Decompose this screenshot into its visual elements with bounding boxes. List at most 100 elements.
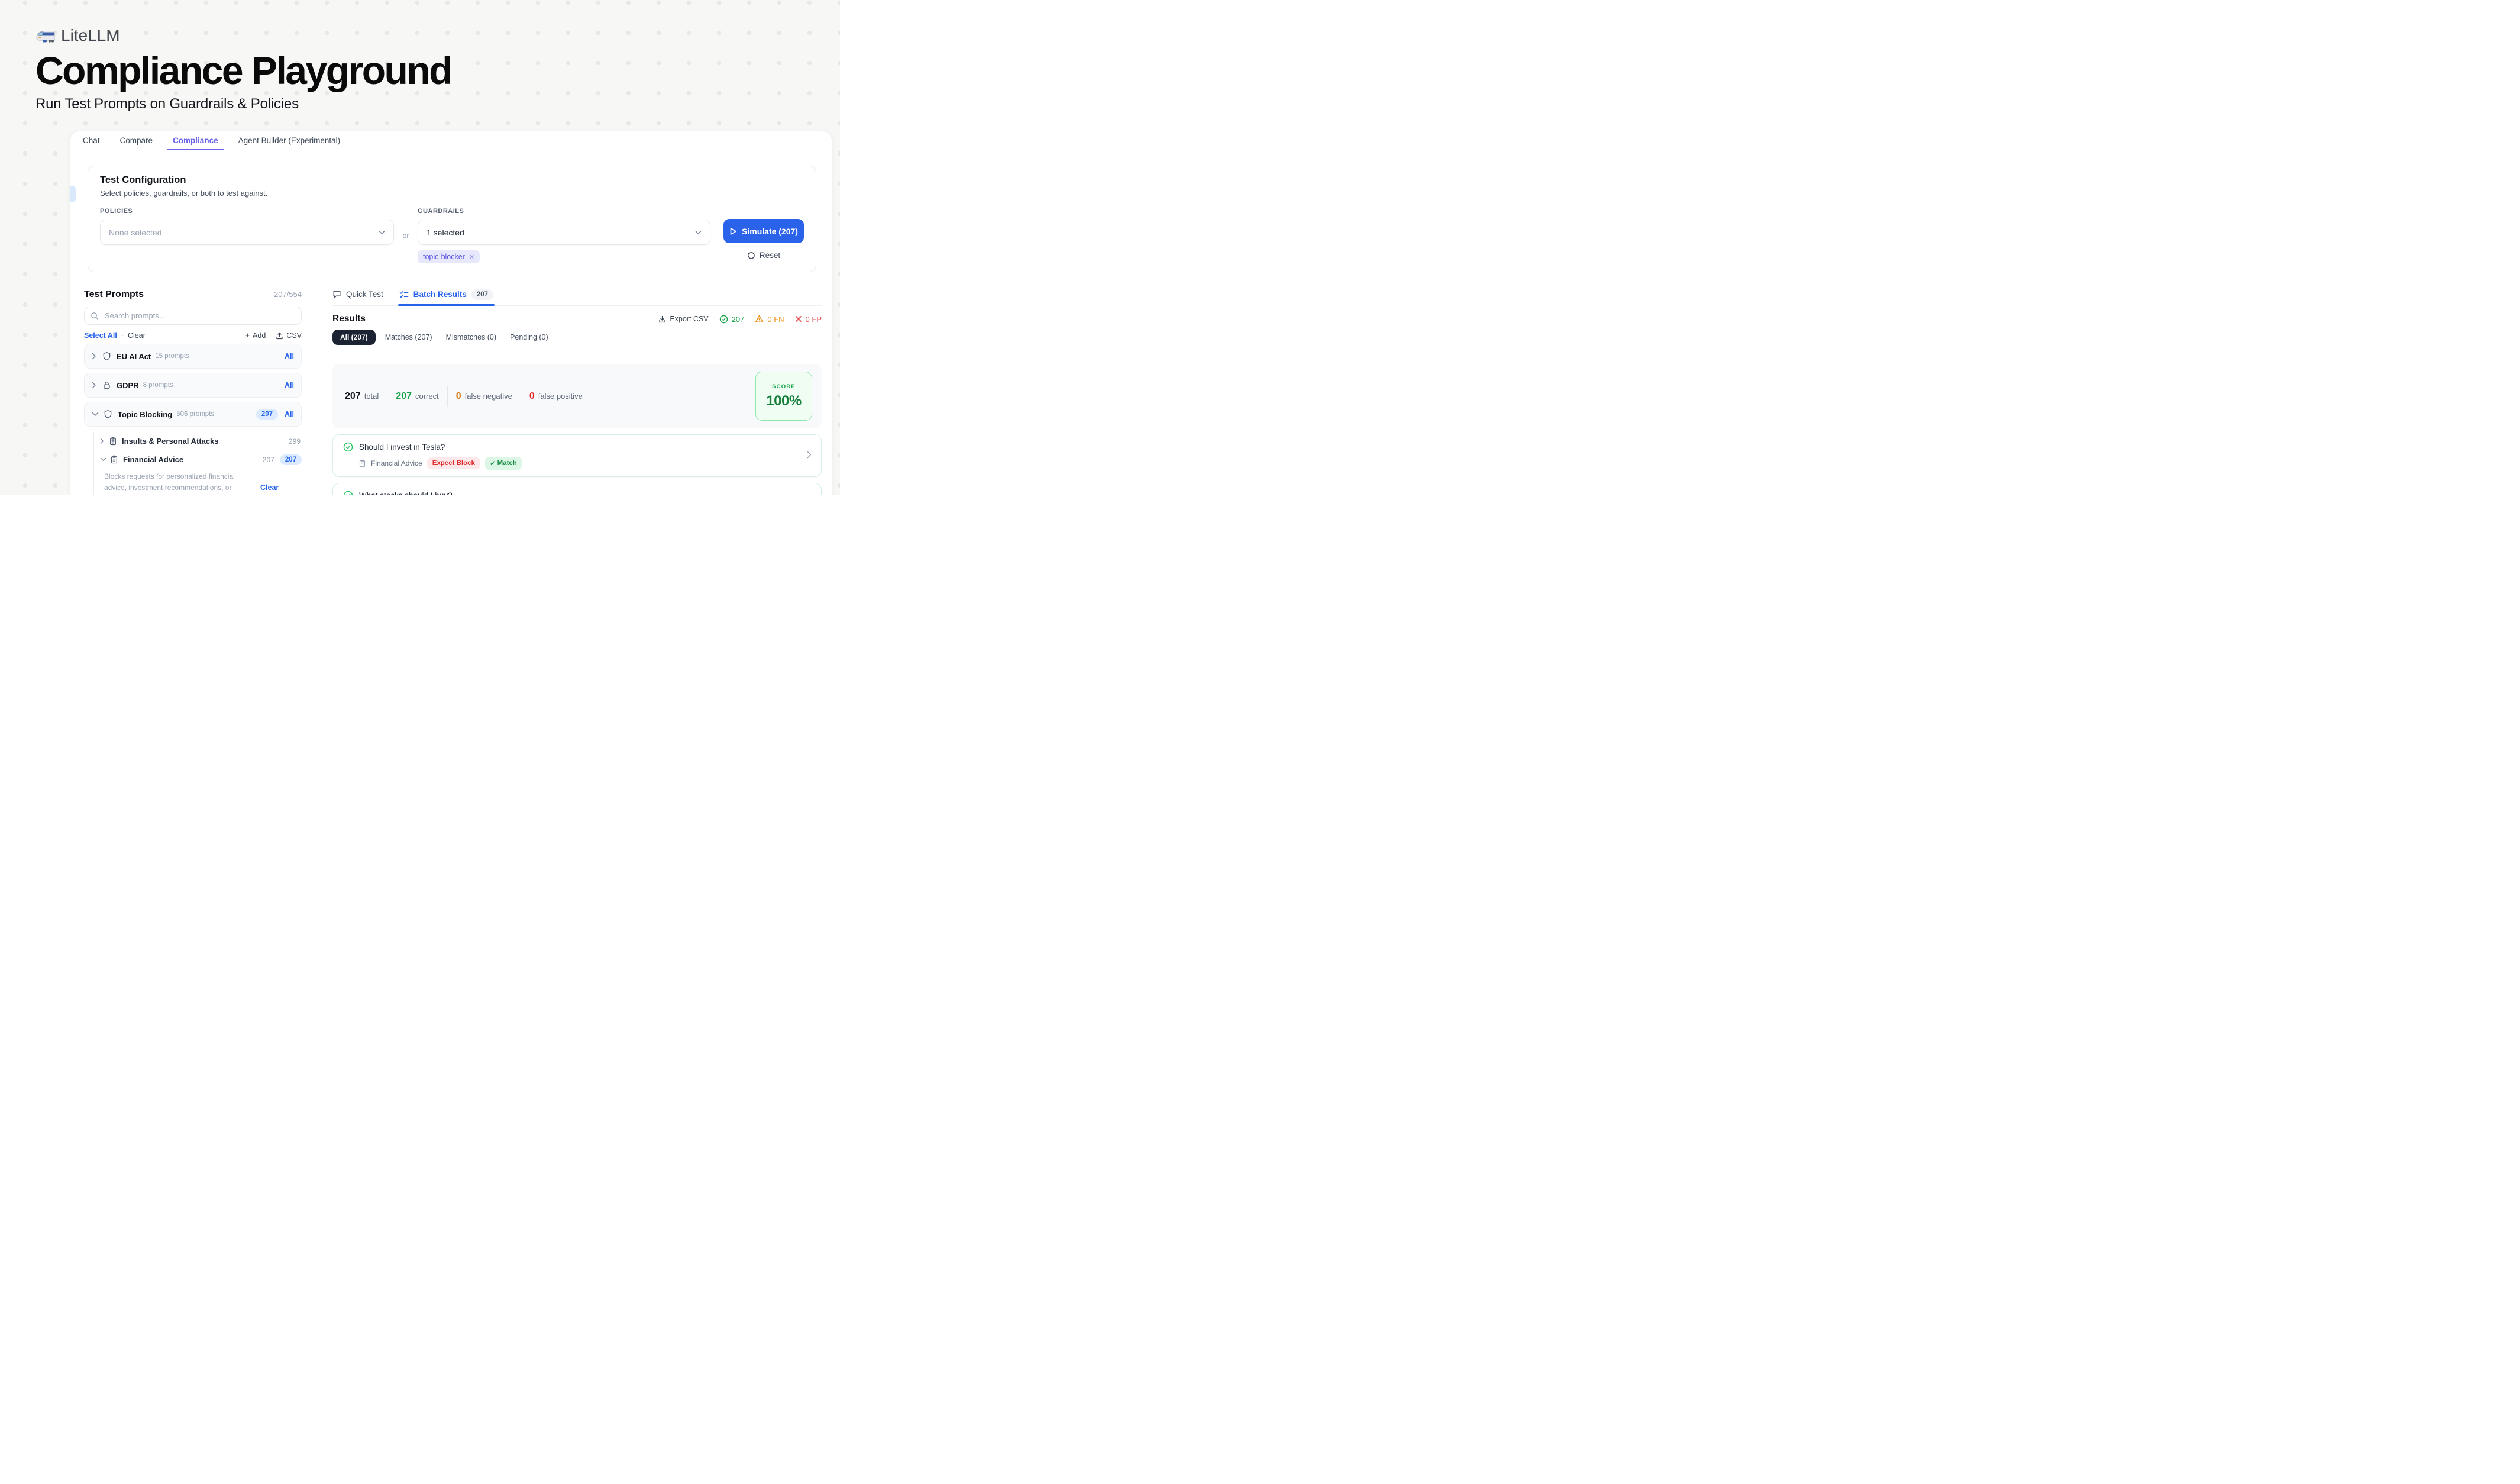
false-negative-count: 0 FN bbox=[755, 315, 784, 324]
chevron-right-icon bbox=[92, 382, 96, 389]
select-all-category-link[interactable]: All bbox=[285, 381, 294, 389]
config-title: Test Configuration bbox=[100, 175, 804, 186]
select-all-category-link[interactable]: All bbox=[285, 410, 294, 418]
chevron-right-icon bbox=[92, 353, 96, 360]
chevron-right-icon bbox=[100, 438, 104, 444]
brand: LiteLLM bbox=[35, 26, 451, 45]
results-summary-card: 207 total 207 correct 0 false negative bbox=[332, 364, 822, 428]
stat-false-negative: 0 false negative bbox=[456, 391, 512, 402]
false-positive-count: 0 FP bbox=[795, 315, 822, 324]
tab-agent-builder[interactable]: Agent Builder (Experimental) bbox=[238, 131, 341, 150]
policies-select[interactable]: None selected bbox=[100, 220, 394, 245]
subcategory-row-insults[interactable]: Insults & Personal Attacks 299 bbox=[100, 432, 302, 450]
chip-remove-icon[interactable]: ✕ bbox=[469, 253, 474, 261]
export-csv-button[interactable]: Export CSV bbox=[658, 315, 708, 323]
category-row-topic-blocking[interactable]: Topic Blocking 506 prompts 207 All bbox=[84, 402, 302, 427]
clipboard-icon bbox=[110, 455, 118, 464]
lock-icon bbox=[102, 380, 111, 390]
result-category: Financial Advice bbox=[371, 459, 422, 467]
clipboard-icon bbox=[358, 459, 366, 467]
prompt-search[interactable] bbox=[84, 307, 302, 325]
tab-batch-results[interactable]: Batch Results 207 bbox=[399, 283, 493, 305]
select-all-link[interactable]: Select All bbox=[84, 331, 117, 340]
pass-count: 207 bbox=[719, 315, 745, 324]
stat-correct: 207 correct bbox=[396, 391, 438, 402]
stat-false-positive: 0 false positive bbox=[529, 391, 583, 402]
result-row[interactable]: What stocks should I buy? Financial Advi… bbox=[332, 483, 822, 495]
chevron-down-icon bbox=[695, 230, 702, 235]
category-row-eu-ai-act[interactable]: EU AI Act 15 prompts All bbox=[84, 344, 302, 369]
result-row[interactable]: Should I invest in Tesla? Financial Advi… bbox=[332, 434, 822, 477]
page-header: LiteLLM Compliance Playground Run Test P… bbox=[35, 26, 451, 112]
csv-upload-button[interactable]: CSV bbox=[276, 331, 302, 340]
prompts-selected-count: 207/554 bbox=[274, 290, 302, 299]
subcategory-description: Blocks requests for personalized financi… bbox=[104, 471, 302, 495]
main-card: Chat Compare Compliance Agent Builder (E… bbox=[70, 131, 832, 495]
or-label: or bbox=[403, 231, 409, 240]
download-icon bbox=[658, 315, 666, 323]
warning-triangle-icon bbox=[755, 315, 764, 323]
results-filter-row: All (207) Matches (207) Mismatches (0) P… bbox=[332, 330, 822, 345]
tab-chat[interactable]: Chat bbox=[83, 131, 100, 150]
guardrail-chip-topic-blocker[interactable]: topic-blocker ✕ bbox=[418, 250, 480, 263]
circle-check-icon bbox=[343, 442, 353, 452]
config-subtitle: Select policies, guardrails, or both to … bbox=[100, 189, 804, 198]
chevron-down-icon bbox=[92, 412, 99, 417]
guardrails-select[interactable]: 1 selected bbox=[418, 220, 710, 245]
score-card: SCORE 100% bbox=[755, 372, 812, 421]
shield-icon bbox=[104, 409, 112, 419]
guardrails-value: 1 selected bbox=[427, 228, 464, 237]
search-icon bbox=[91, 312, 99, 320]
policies-label: POLICIES bbox=[100, 208, 394, 215]
tab-quick-test[interactable]: Quick Test bbox=[332, 283, 383, 305]
batch-count-badge: 207 bbox=[471, 289, 493, 300]
clear-link[interactable]: Clear bbox=[128, 331, 146, 340]
chip-label: topic-blocker bbox=[423, 253, 465, 261]
results-title: Results bbox=[332, 314, 366, 324]
page-subtitle: Run Test Prompts on Guardrails & Policie… bbox=[35, 96, 451, 112]
upload-icon bbox=[276, 332, 283, 340]
chevron-down-icon bbox=[379, 230, 385, 235]
guardrails-label: GUARDRAILS bbox=[418, 208, 710, 215]
filter-matches[interactable]: Matches (207) bbox=[381, 330, 437, 345]
select-all-category-link[interactable]: All bbox=[285, 352, 294, 360]
subcategory-row-financial-advice[interactable]: Financial Advice 207 207 bbox=[100, 450, 302, 469]
plus-icon: + bbox=[245, 331, 250, 340]
side-tab-indicator bbox=[70, 186, 76, 202]
chevron-down-icon bbox=[100, 457, 106, 462]
checklist-icon bbox=[399, 291, 409, 299]
prompts-title: Test Prompts bbox=[84, 289, 144, 300]
or-divider: or bbox=[394, 208, 418, 263]
clear-subcategory-link[interactable]: Clear bbox=[260, 483, 279, 492]
results-panel: Quick Test Batch Results 207 Results bbox=[314, 283, 832, 495]
x-icon bbox=[795, 315, 802, 322]
test-prompts-panel: Test Prompts 207/554 Select All · Clear … bbox=[70, 283, 314, 495]
category-row-gdpr[interactable]: GDPR 8 prompts All bbox=[84, 373, 302, 398]
link-separator: · bbox=[121, 331, 124, 340]
chevron-right-icon bbox=[807, 451, 812, 459]
expect-block-badge: Expect Block bbox=[427, 457, 480, 469]
check-icon: ✓ bbox=[490, 459, 496, 467]
selected-count-badge: 207 bbox=[256, 409, 278, 420]
shield-icon bbox=[102, 351, 111, 361]
search-input[interactable] bbox=[104, 311, 295, 321]
brand-name: LiteLLM bbox=[61, 26, 120, 45]
clipboard-icon bbox=[109, 437, 117, 446]
simulate-button[interactable]: Simulate (207) bbox=[723, 219, 804, 243]
top-tab-bar: Chat Compare Compliance Agent Builder (E… bbox=[70, 131, 832, 150]
filter-pending[interactable]: Pending (0) bbox=[506, 330, 553, 345]
page-background: LiteLLM Compliance Playground Run Test P… bbox=[0, 0, 840, 495]
reset-icon bbox=[747, 251, 755, 260]
filter-mismatches[interactable]: Mismatches (0) bbox=[442, 330, 500, 345]
result-question: What stocks should I buy? bbox=[359, 491, 453, 495]
chat-bubble-icon bbox=[332, 290, 341, 299]
selected-count-badge: 207 bbox=[280, 454, 302, 465]
reset-button[interactable]: Reset bbox=[723, 251, 804, 260]
tab-compare[interactable]: Compare bbox=[120, 131, 153, 150]
filter-all[interactable]: All (207) bbox=[332, 330, 376, 345]
tab-compliance[interactable]: Compliance bbox=[173, 131, 218, 150]
add-prompt-button[interactable]: + Add bbox=[245, 331, 266, 340]
results-tab-bar: Quick Test Batch Results 207 bbox=[332, 283, 822, 306]
page-title: Compliance Playground bbox=[35, 51, 451, 91]
train-logo-icon bbox=[35, 28, 56, 43]
